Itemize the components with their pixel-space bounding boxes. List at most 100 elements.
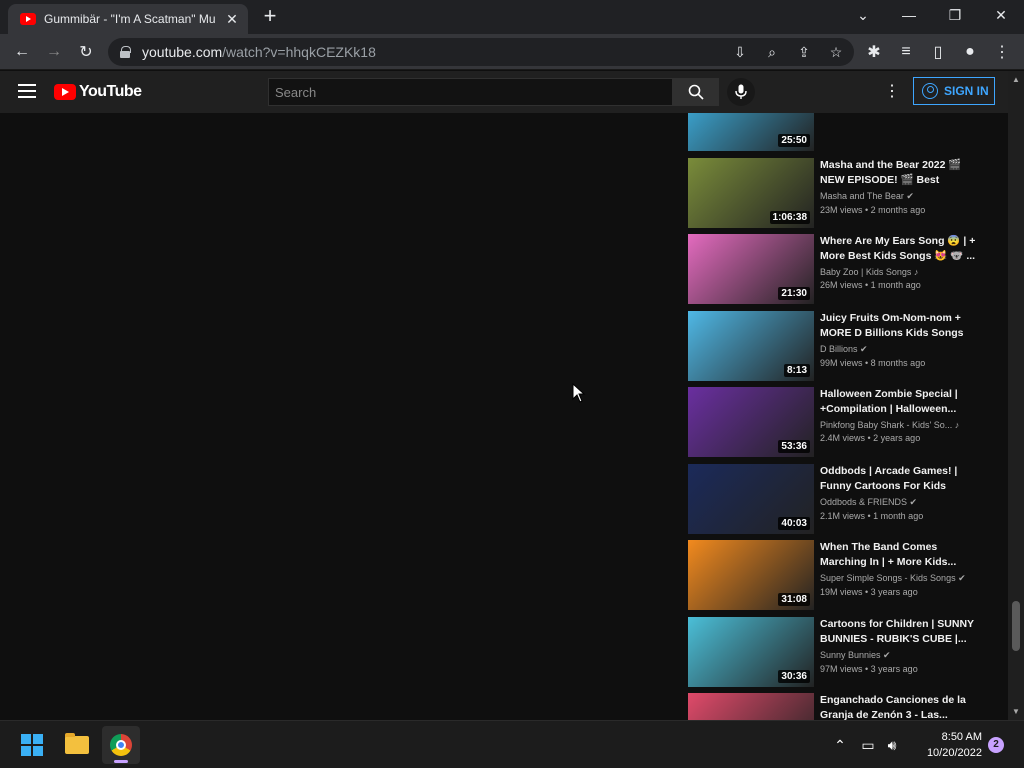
- profile-icon[interactable]: ●: [958, 40, 982, 64]
- chrome-taskbar-button[interactable]: [102, 726, 140, 764]
- search-button[interactable]: [673, 78, 719, 106]
- video-channel[interactable]: Super Simple Songs - Kids Songs ✔: [820, 573, 980, 584]
- video-thumbnail[interactable]: 1:06:38: [688, 157, 814, 228]
- video-meta: Juicy Fruits Om-Nom-nom + MORE D Billion…: [820, 311, 980, 368]
- video-thumbnail[interactable]: 53:36: [688, 387, 814, 457]
- restore-button[interactable]: ❐: [932, 0, 978, 30]
- video-thumbnail[interactable]: 21:30: [688, 234, 814, 304]
- video-duration: 31:08: [778, 593, 810, 606]
- video-channel[interactable]: Pinkfong Baby Shark - Kids' So... ♪: [820, 420, 980, 430]
- close-tab-icon[interactable]: ✕: [224, 11, 240, 27]
- youtube-logo[interactable]: YouTube: [54, 83, 142, 101]
- related-video-card[interactable]: 31:08 When The Band Comes Marching In | +…: [688, 540, 998, 610]
- related-video-card[interactable]: 25:50Moonbug Kids - Nursery Rhymes for..…: [688, 113, 998, 151]
- video-title[interactable]: When The Band Comes Marching In | + More…: [820, 540, 980, 570]
- video-title[interactable]: Where Are My Ears Song 😨 | + More Best K…: [820, 234, 980, 264]
- video-stats: 23M views • 2 months ago: [820, 204, 926, 215]
- scroll-down-icon[interactable]: ▼: [1011, 707, 1021, 717]
- start-button[interactable]: [13, 726, 51, 764]
- youtube-favicon-icon: [20, 13, 36, 25]
- reload-icon[interactable]: ↻: [74, 40, 98, 64]
- video-player-area[interactable]: [0, 113, 680, 720]
- close-window-button[interactable]: ✕: [978, 0, 1024, 30]
- video-thumbnail[interactable]: 40:03: [688, 463, 814, 534]
- youtube-play-icon: [54, 84, 76, 100]
- tab-search-icon[interactable]: ⌄: [840, 0, 886, 30]
- related-video-card[interactable]: 30:36 Cartoons for Children | SUNNY BUNNI…: [688, 616, 998, 687]
- video-channel[interactable]: Masha and The Bear ✔: [820, 191, 980, 202]
- video-stats: 26M views • 1 month ago: [820, 280, 921, 290]
- search-input[interactable]: Search: [268, 78, 673, 106]
- video-title[interactable]: Masha and the Bear 2022 🎬 NEW EPISODE! 🎬…: [820, 158, 980, 188]
- channel-name: Sunny Bunnies: [820, 649, 881, 660]
- channel-name: Oddbods & FRIENDS: [820, 496, 908, 507]
- related-video-card[interactable]: Enganchado Canciones de la Granja de Zen…: [688, 693, 998, 720]
- share-icon[interactable]: ⇪: [794, 42, 814, 62]
- video-meta: Enganchado Canciones de la Granja de Zen…: [820, 693, 980, 720]
- related-video-card[interactable]: 21:30 Where Are My Ears Song 😨 | + More B…: [688, 234, 998, 304]
- windows-taskbar: ⌃ ▭ 🔊︎ 8:50 AM 10/20/2022 2: [0, 720, 1024, 768]
- volume-icon[interactable]: 🔊︎: [882, 735, 902, 755]
- page-scrollbar[interactable]: ▲ ▼: [1008, 71, 1024, 720]
- media-queue-icon[interactable]: ≡: [894, 40, 918, 64]
- voice-search-button[interactable]: [727, 78, 755, 106]
- video-thumbnail[interactable]: [688, 693, 814, 720]
- video-thumbnail[interactable]: 30:36: [688, 616, 814, 687]
- video-title[interactable]: Cartoons for Children | SUNNY BUNNIES - …: [820, 617, 980, 647]
- video-channel[interactable]: Sunny Bunnies ✔: [820, 650, 980, 661]
- minimize-button[interactable]: —: [886, 0, 932, 30]
- system-clock[interactable]: 8:50 AM 10/20/2022: [926, 729, 982, 761]
- video-thumbnail[interactable]: 25:50: [688, 113, 814, 151]
- video-channel[interactable]: D Billions ✔: [820, 344, 980, 355]
- url-host: youtube.com: [142, 44, 223, 60]
- side-panel-icon[interactable]: ▯: [926, 40, 950, 64]
- video-stats: 19M views • 3 years ago: [820, 587, 918, 597]
- forward-icon[interactable]: →: [42, 40, 66, 64]
- video-title[interactable]: Oddbods | Arcade Games! | Funny Cartoons…: [820, 464, 980, 494]
- folder-icon: [65, 733, 89, 754]
- music-note-icon: ♪: [952, 420, 960, 430]
- scroll-up-icon[interactable]: ▲: [1011, 75, 1021, 85]
- new-tab-button[interactable]: +: [258, 5, 282, 29]
- browser-tab[interactable]: Gummibär - "I'm A Scatman" Mu ✕: [8, 4, 248, 34]
- verified-badge-icon: ✔: [857, 343, 868, 354]
- video-channel[interactable]: Baby Zoo | Kids Songs ♪: [820, 267, 980, 277]
- file-explorer-button[interactable]: [58, 726, 96, 764]
- video-meta: When The Band Comes Marching In | + More…: [820, 540, 980, 597]
- sign-in-button[interactable]: SIGN IN: [913, 77, 995, 105]
- related-videos-list: 25:50Moonbug Kids - Nursery Rhymes for..…: [688, 113, 1008, 720]
- extensions-icon[interactable]: ✱: [862, 40, 886, 64]
- related-video-card[interactable]: 40:03 Oddbods | Arcade Games! | Funny Car…: [688, 463, 998, 534]
- related-video-card[interactable]: 53:36 Halloween Zombie Special | +Compila…: [688, 387, 998, 457]
- hamburger-menu-icon[interactable]: [18, 84, 36, 98]
- chrome-menu-icon[interactable]: ⋮: [990, 40, 1014, 64]
- chevron-up-icon[interactable]: ⌃: [830, 735, 850, 755]
- notification-badge[interactable]: 2: [988, 737, 1004, 753]
- scrollbar-thumb[interactable]: [1012, 601, 1020, 651]
- channel-name: Pinkfong Baby Shark - Kids' So...: [820, 420, 953, 430]
- video-thumbnail[interactable]: 8:13: [688, 310, 814, 381]
- music-note-icon: ♪: [911, 267, 919, 277]
- address-bar[interactable]: youtube.com/watch?v=hhqkCEZKk18 ⇩ ⌕ ⇪ ☆: [108, 38, 854, 66]
- network-icon[interactable]: ▭: [858, 735, 878, 755]
- video-thumbnail[interactable]: 31:08: [688, 540, 814, 610]
- related-video-card[interactable]: 1:06:38 Masha and the Bear 2022 🎬 NEW EPI…: [688, 157, 998, 228]
- video-meta: Cartoons for Children | SUNNY BUNNIES - …: [820, 617, 980, 674]
- settings-dots-icon[interactable]: ⋮: [882, 83, 902, 103]
- lock-icon[interactable]: [120, 46, 131, 58]
- search-icon: [688, 84, 704, 100]
- zoom-icon[interactable]: ⌕: [762, 42, 782, 62]
- video-title[interactable]: Halloween Zombie Special | +Compilation …: [820, 387, 980, 417]
- video-title[interactable]: Enganchado Canciones de la Granja de Zen…: [820, 693, 980, 720]
- related-video-card[interactable]: 8:13 Juicy Fruits Om-Nom-nom + MORE D Bil…: [688, 310, 998, 381]
- video-title[interactable]: Juicy Fruits Om-Nom-nom + MORE D Billion…: [820, 311, 980, 341]
- channel-name: Super Simple Songs - Kids Songs: [820, 573, 956, 583]
- back-icon[interactable]: ←: [10, 40, 34, 64]
- install-app-icon[interactable]: ⇩: [730, 42, 750, 62]
- bookmark-star-icon[interactable]: ☆: [826, 42, 846, 62]
- video-duration: 25:50: [778, 134, 810, 147]
- video-duration: 30:36: [778, 669, 810, 683]
- clock-time: 8:50 AM: [941, 731, 982, 743]
- video-duration: 8:13: [783, 363, 810, 377]
- video-channel[interactable]: Oddbods & FRIENDS ✔: [820, 497, 980, 508]
